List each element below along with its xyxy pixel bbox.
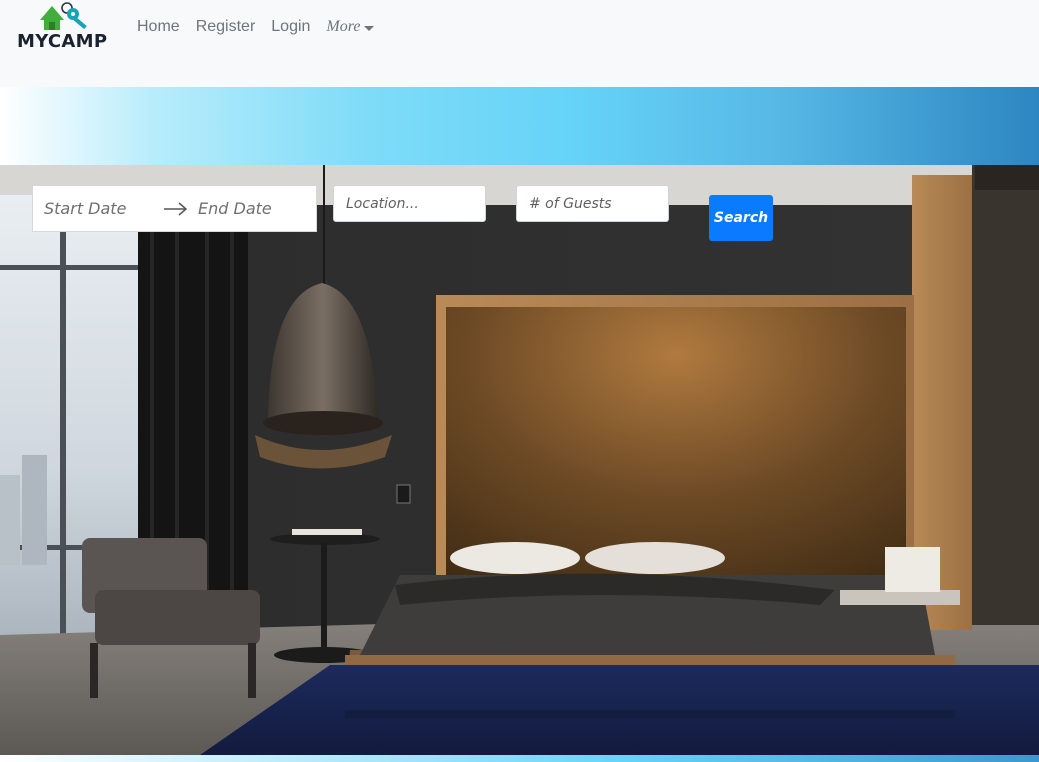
bedroom-illustration (0, 165, 1039, 755)
house-key-icon (40, 2, 87, 30)
arrow-right-icon (164, 202, 188, 216)
nav-link-home[interactable]: Home (137, 18, 180, 36)
caret-down-icon (364, 25, 375, 31)
brand-name: MYCAMP (17, 31, 108, 52)
brand-logo[interactable]: MYCAMP (14, 0, 114, 60)
navbar: MYCAMP Home Register Login More (0, 0, 1039, 87)
nav-links: Home Register Login More (137, 18, 375, 36)
nav-more-label: More (326, 18, 361, 35)
footer-gradient-strip (0, 755, 1039, 762)
guests-input[interactable] (516, 185, 669, 222)
end-date-field[interactable]: End Date (198, 199, 272, 218)
location-input[interactable] (333, 185, 486, 222)
nav-link-register[interactable]: Register (196, 18, 256, 36)
nav-more-dropdown[interactable]: More (326, 18, 375, 36)
hero-image (0, 165, 1039, 755)
search-button[interactable]: Search (709, 195, 773, 241)
header-gradient-band (0, 87, 1039, 165)
start-date-field[interactable]: Start Date (44, 199, 126, 218)
nav-link-login[interactable]: Login (271, 18, 310, 36)
date-range-picker[interactable]: Start Date End Date (32, 185, 317, 232)
